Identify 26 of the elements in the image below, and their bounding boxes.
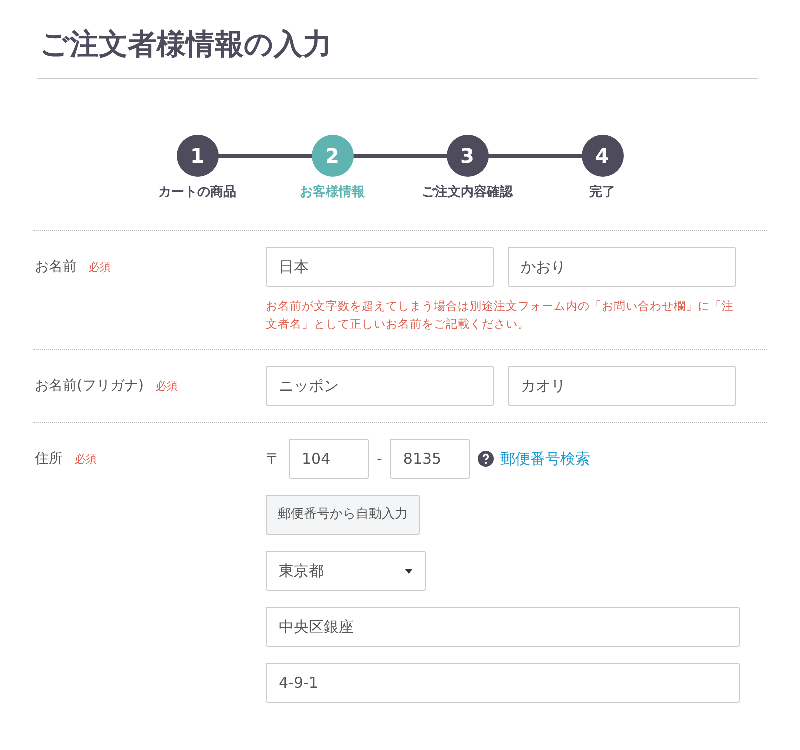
step-label: 完了 (590, 184, 616, 202)
city-field[interactable]: 中央区銀座 (266, 607, 740, 647)
separator: - (376, 448, 384, 470)
text-field[interactable]: カオリ (508, 366, 736, 406)
field-label: お名前 (35, 258, 77, 277)
text-field[interactable]: 日本 (266, 247, 494, 287)
text-field[interactable]: ニッポン (266, 366, 494, 406)
text-field[interactable]: かおり (508, 247, 736, 287)
step-label: お客様情報 (300, 184, 365, 202)
field-label: 住所 (35, 450, 63, 469)
postal-mark: 〒 (266, 448, 281, 470)
page-title: ご注文者様情報の入力 (37, 24, 758, 79)
autofill-button[interactable]: 郵便番号から自動入力 (266, 495, 420, 535)
help-icon (478, 451, 494, 467)
postal-code-field[interactable]: 8135 (390, 439, 470, 479)
street-field[interactable]: 4-9-1 (266, 663, 740, 703)
step-label: カートの商品 (158, 184, 236, 202)
required-label: 必須 (89, 260, 111, 276)
postal-code-field[interactable]: 104 (289, 439, 369, 479)
required-label: 必須 (156, 379, 178, 395)
step-label: ご注文内容確認 (422, 184, 513, 202)
required-label: 必須 (75, 452, 97, 468)
prefecture-select[interactable]: 東京都 (266, 551, 426, 591)
notice-text: お名前が文字数を超えてしまう場合は別途注文フォーム内の「お問い合わせ欄」に「注文者名」として正しいお名前をご記載ください。 (266, 298, 735, 333)
field-label: お名前(フリガナ) (35, 377, 144, 396)
caret-icon (405, 568, 413, 574)
